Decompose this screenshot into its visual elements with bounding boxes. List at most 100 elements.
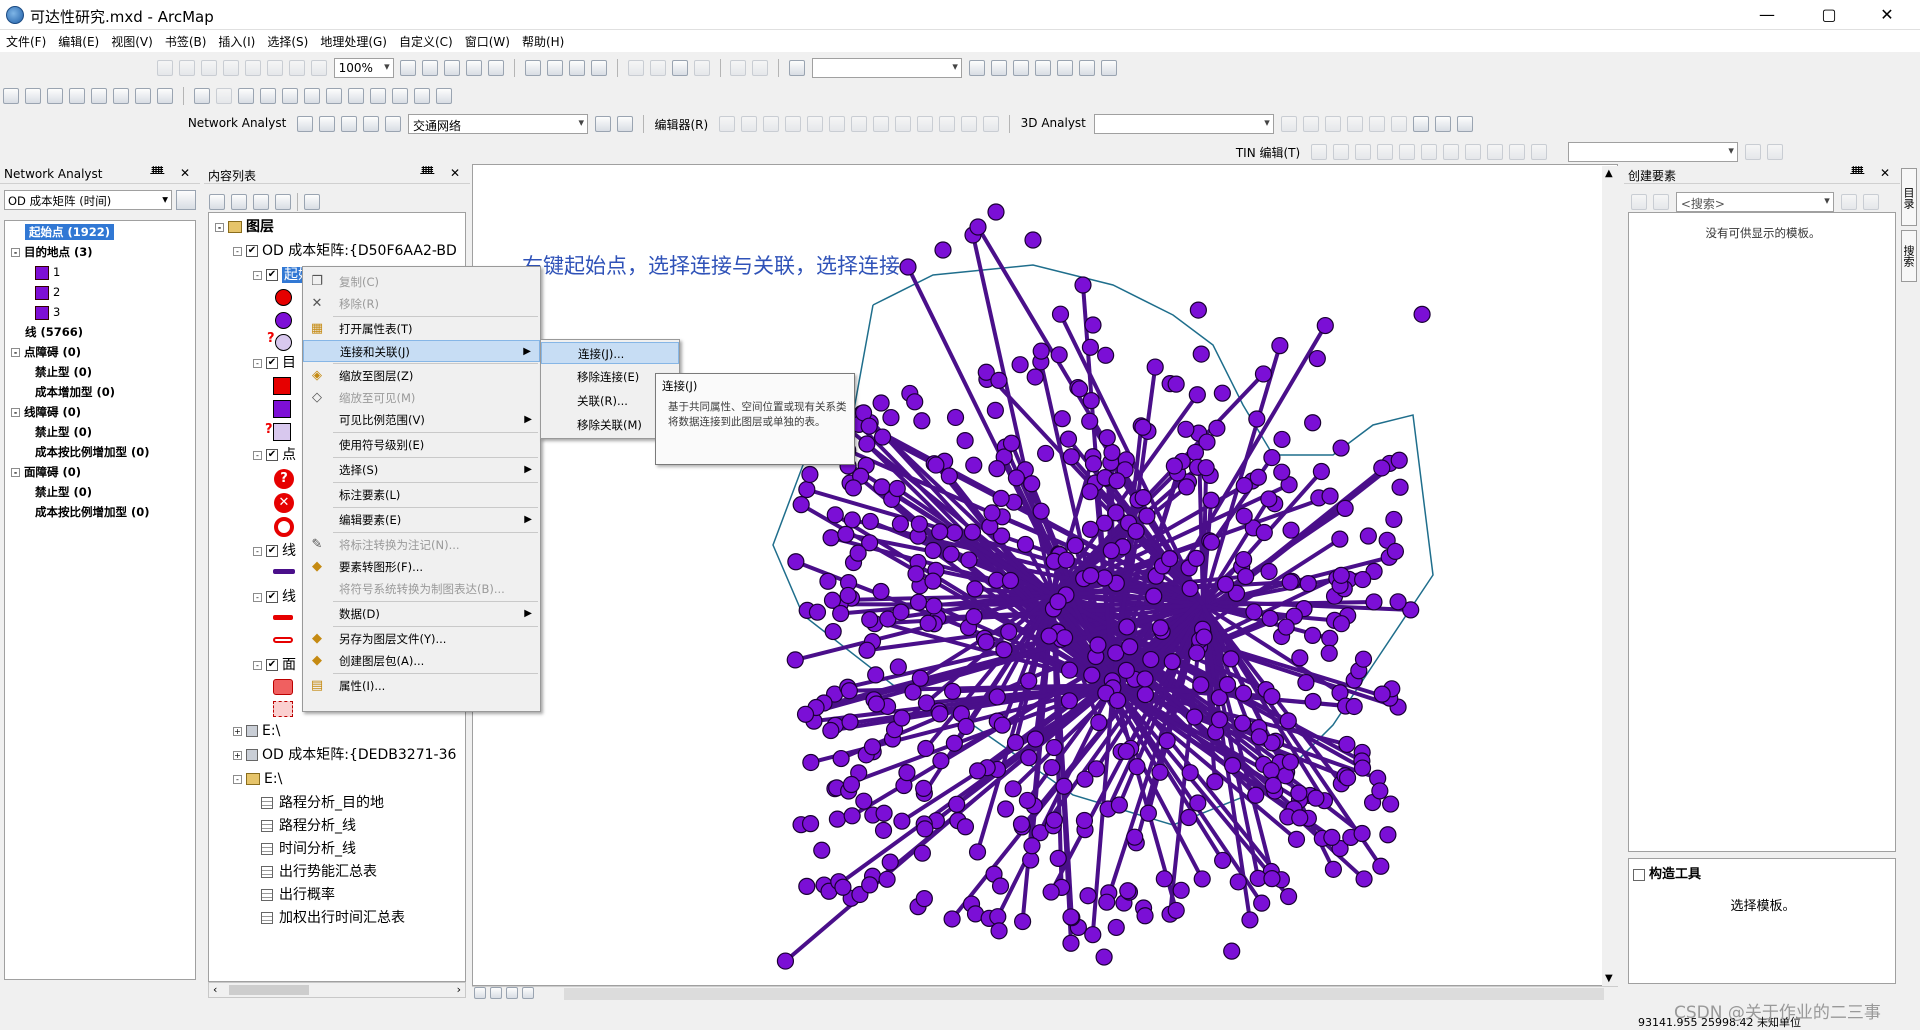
- origin-point[interactable]: [1180, 808, 1198, 827]
- origin-point[interactable]: [913, 412, 931, 430]
- origin-point[interactable]: [910, 515, 928, 533]
- cut-polygons-icon[interactable]: [872, 116, 889, 132]
- origin-point[interactable]: [1281, 573, 1299, 591]
- origin-point[interactable]: [992, 489, 1010, 507]
- minimize-button[interactable]: —: [1744, 0, 1790, 30]
- origin-point[interactable]: [943, 910, 961, 928]
- origin-point[interactable]: [1062, 934, 1080, 952]
- origin-point[interactable]: [1345, 697, 1363, 716]
- menu-item[interactable]: 编辑(E): [52, 30, 105, 50]
- origin-point[interactable]: [956, 431, 974, 450]
- edit-annotation-icon[interactable]: [740, 116, 757, 132]
- origin-point[interactable]: [945, 734, 963, 752]
- origin-point[interactable]: [1146, 358, 1164, 376]
- origin-point[interactable]: [986, 401, 1004, 419]
- origin-point[interactable]: [1307, 789, 1325, 807]
- origin-point[interactable]: [1260, 562, 1278, 581]
- origin-point[interactable]: [1040, 627, 1058, 645]
- toolbar-button[interactable]: [444, 60, 461, 76]
- na-tree-item[interactable]: 起始点 (1922): [11, 223, 115, 241]
- origin-point[interactable]: [849, 544, 867, 562]
- origin-point[interactable]: [1390, 451, 1408, 469]
- origin-point[interactable]: [1155, 870, 1173, 888]
- toc-drive-e-2[interactable]: - E:\: [233, 769, 282, 789]
- redo-icon[interactable]: [752, 60, 769, 76]
- new-doc-icon[interactable]: [525, 60, 542, 76]
- origin-point[interactable]: [808, 603, 827, 621]
- origin-point[interactable]: [1379, 826, 1397, 844]
- origin-point[interactable]: [944, 682, 962, 700]
- origin-point[interactable]: [1250, 728, 1268, 746]
- origin-point[interactable]: [909, 593, 928, 611]
- origin-point[interactable]: [1386, 542, 1405, 561]
- add-data-icon[interactable]: [789, 60, 806, 76]
- toolbar-button[interactable]: [266, 60, 283, 76]
- origin-point[interactable]: [934, 241, 952, 259]
- split-icon[interactable]: [894, 116, 911, 132]
- toc-drive-e[interactable]: + E:\: [233, 721, 280, 741]
- origin-point[interactable]: [1316, 316, 1334, 335]
- origin-point[interactable]: [1189, 794, 1207, 812]
- origin-point[interactable]: [1188, 386, 1206, 404]
- origin-point[interactable]: [1172, 881, 1190, 899]
- origin-point[interactable]: [844, 479, 862, 497]
- menu-item[interactable]: 插入(I): [212, 30, 261, 50]
- toc-window-icon[interactable]: [990, 60, 1007, 76]
- origin-point[interactable]: [1235, 550, 1253, 569]
- interpolate-polygon-icon[interactable]: [1390, 116, 1407, 132]
- network-analyst-window-icon[interactable]: [297, 116, 314, 132]
- origin-point[interactable]: [1193, 870, 1211, 888]
- expander-icon[interactable]: -: [11, 468, 20, 477]
- origin-point[interactable]: [1308, 349, 1326, 368]
- origin-point[interactable]: [917, 739, 935, 758]
- origin-point[interactable]: [1057, 551, 1075, 569]
- python-window-icon[interactable]: [1078, 60, 1095, 76]
- origin-point[interactable]: [813, 841, 831, 859]
- origin-point[interactable]: [1118, 618, 1136, 636]
- na-tree-item[interactable]: 禁止型 (0): [35, 423, 92, 441]
- scroll-left-icon[interactable]: ‹: [213, 983, 217, 996]
- close-button[interactable]: ✕: [1864, 0, 1910, 30]
- select-move-location-icon[interactable]: [341, 116, 358, 132]
- origin-point[interactable]: [1060, 661, 1079, 679]
- origin-point[interactable]: [989, 908, 1007, 926]
- viewer-icon[interactable]: [435, 88, 452, 104]
- panel-pin-close[interactable]: ᚙ ✕: [1850, 166, 1896, 180]
- cut-icon[interactable]: [627, 60, 644, 76]
- origin-point[interactable]: [1062, 448, 1080, 466]
- origin-point[interactable]: [983, 504, 1001, 522]
- scroll-track[interactable]: [564, 988, 1604, 1000]
- origin-point[interactable]: [942, 545, 960, 563]
- straight-segment-icon[interactable]: [762, 116, 779, 132]
- origin-point[interactable]: [1223, 756, 1242, 775]
- scroll-right-icon[interactable]: ›: [457, 983, 461, 996]
- origin-point[interactable]: [1126, 828, 1144, 846]
- map-canvas[interactable]: [473, 165, 1618, 986]
- origin-point[interactable]: [1145, 587, 1163, 605]
- toc-table-item[interactable]: 出行概率: [261, 885, 335, 905]
- origin-point[interactable]: [1273, 430, 1291, 449]
- list-by-drawing-order-icon[interactable]: [209, 194, 225, 210]
- origin-point[interactable]: [1060, 692, 1079, 710]
- origin-point[interactable]: [832, 604, 850, 623]
- contour-icon[interactable]: [1280, 116, 1297, 132]
- origin-point[interactable]: [1353, 759, 1372, 777]
- origin-point[interactable]: [966, 580, 984, 598]
- origin-point[interactable]: [1045, 738, 1063, 757]
- tin-tool-icon[interactable]: [1333, 144, 1350, 160]
- origin-point[interactable]: [1059, 430, 1078, 448]
- origin-point[interactable]: [1158, 732, 1176, 750]
- origin-point[interactable]: [1081, 412, 1099, 430]
- na-tree-item[interactable]: - 点障碍 (0): [11, 343, 81, 361]
- copy-icon[interactable]: [649, 60, 666, 76]
- na-tree-item[interactable]: 线 (5766): [11, 323, 83, 341]
- origin-point[interactable]: [1050, 346, 1068, 364]
- origin-point[interactable]: [1098, 429, 1116, 447]
- template-search-input[interactable]: <搜索>: [1675, 192, 1834, 212]
- catalog-window-icon[interactable]: [1012, 60, 1029, 76]
- na-tree-item[interactable]: 禁止型 (0): [35, 363, 92, 381]
- origin-point[interactable]: [1229, 873, 1247, 891]
- fixed-zoom-in-icon[interactable]: [91, 88, 107, 104]
- identify-icon[interactable]: [259, 88, 276, 104]
- zoom-level-combo[interactable]: 100%: [333, 58, 394, 78]
